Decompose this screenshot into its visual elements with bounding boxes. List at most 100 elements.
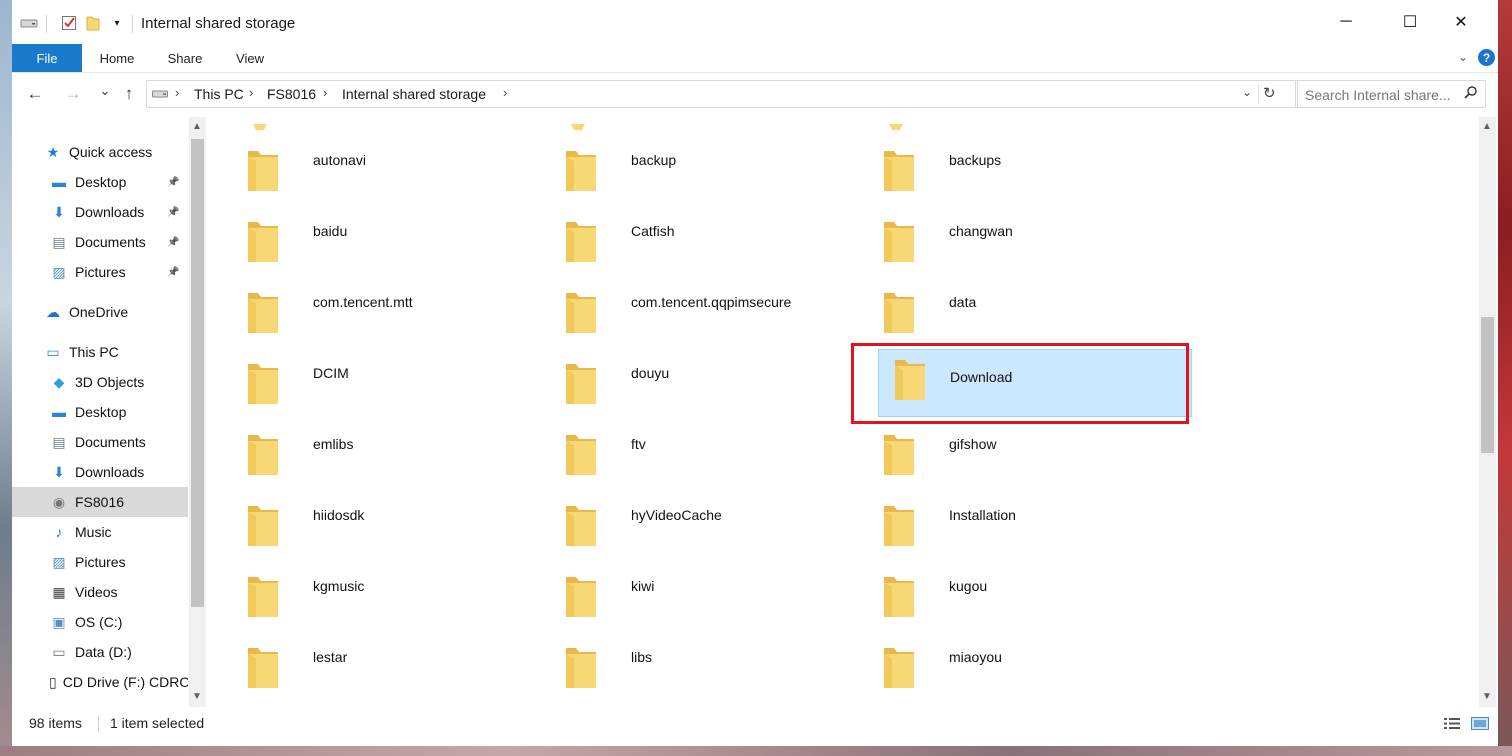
folder-icon [564, 500, 598, 548]
expand-ribbon-icon[interactable]: ⌄ [1458, 50, 1468, 64]
sidebar-item[interactable]: ▤ Documents 📌 [12, 227, 188, 257]
annotation-highlight-box [851, 343, 1189, 424]
tab-share[interactable]: Share [152, 44, 218, 72]
breadcrumb-separator[interactable]: › [503, 85, 507, 100]
sidebar-item[interactable]: ◉ FS8016 [12, 487, 188, 517]
large-icons-view-icon[interactable] [1471, 717, 1489, 730]
folder-item[interactable]: douyu [526, 333, 844, 404]
tab-view[interactable]: View [218, 44, 282, 72]
folder-item[interactable]: Installation [844, 475, 1162, 546]
folder-name: autonavi [313, 152, 366, 168]
sidebar-item[interactable]: ▣ OS (C:) [12, 607, 188, 637]
sidebar-item[interactable]: ▨ Pictures 📌 [12, 257, 188, 287]
scroll-down-icon[interactable]: ▼ [1482, 691, 1492, 702]
sidebar-item-label: OS (C:) [75, 614, 123, 630]
folder-item[interactable]: com.tencent.mtt [208, 262, 526, 333]
pin-icon: 📌 [167, 176, 180, 188]
folder-item[interactable]: ftv [526, 404, 844, 475]
folder-item[interactable]: emlibs [208, 404, 526, 475]
scroll-up-icon[interactable]: ▲ [1482, 121, 1492, 132]
scrollbar-thumb[interactable] [191, 139, 204, 607]
sidebar-item[interactable]: ☁ OneDrive [12, 297, 188, 327]
folder-name: backup [631, 152, 677, 168]
item-count: 98 items [29, 715, 82, 731]
sidebar-item[interactable]: ▭ Data (D:) [12, 637, 188, 667]
folder-name: Installation [949, 507, 1016, 523]
search-input[interactable]: Search Internal share... [1305, 87, 1451, 103]
navigation-pane-scrollbar[interactable]: ▲ ▼ [189, 117, 206, 707]
details-view-icon[interactable] [1443, 717, 1461, 730]
breadcrumb-separator[interactable]: › [249, 85, 253, 100]
address-dropdown-icon[interactable]: ⌄ [1242, 85, 1252, 99]
sidebar-item[interactable]: ▨ Pictures [12, 547, 188, 577]
sidebar-item-label: FS8016 [75, 494, 125, 510]
folder-item[interactable]: miaoyou [844, 617, 1162, 688]
up-button[interactable]: ↑ [118, 83, 140, 105]
tab-file[interactable]: File [12, 44, 82, 72]
folder-icon [882, 145, 916, 193]
search-icon[interactable] [1464, 86, 1477, 102]
sidebar-item[interactable]: ▦ Videos [12, 577, 188, 607]
folder-item[interactable]: DCIM [208, 333, 526, 404]
sidebar-item[interactable]: ▬ Desktop [12, 397, 188, 427]
file-list: autonavi backup backups baidu Catfish changwa… [208, 117, 1478, 707]
folder-item[interactable]: kgmusic [208, 546, 526, 617]
sidebar-item[interactable]: ▭ This PC [12, 337, 188, 367]
help-icon[interactable]: ? [1478, 49, 1495, 66]
breadcrumb-this-pc[interactable]: This PC [194, 86, 244, 102]
scrollbar-thumb[interactable] [1481, 317, 1494, 453]
folder-item[interactable]: kugou [844, 546, 1162, 617]
scroll-down-icon[interactable]: ▼ [192, 691, 202, 702]
forward-button[interactable]: → [62, 83, 84, 105]
folder-name: lestar [313, 649, 348, 665]
folder-item[interactable]: data [844, 262, 1162, 333]
scroll-up-icon[interactable]: ▲ [192, 121, 202, 132]
sidebar-item[interactable]: ◆ 3D Objects [12, 367, 188, 397]
folder-item[interactable]: libs [526, 617, 844, 688]
divider [98, 716, 99, 732]
sidebar-item-label: Documents [75, 434, 146, 450]
folder-item[interactable]: kiwi [526, 546, 844, 617]
drive-icon[interactable] [20, 14, 38, 32]
back-button[interactable]: ← [24, 83, 46, 105]
navigation-bar: ← → ⌄ ↑ › This PC › FS8016 › Internal sh… [12, 73, 1498, 115]
folder-item[interactable]: changwan [844, 191, 1162, 262]
customize-toolbar-icon[interactable]: ▾ [108, 14, 126, 32]
sidebar-item[interactable]: ⬇ Downloads [12, 457, 188, 487]
folder-item[interactable]: autonavi [208, 120, 526, 191]
close-button[interactable]: ✕ [1438, 0, 1484, 44]
sidebar-item[interactable]: ▤ Documents [12, 427, 188, 457]
folder-icon [882, 500, 916, 548]
tab-home[interactable]: Home [82, 44, 152, 72]
breadcrumb-separator[interactable]: › [323, 85, 327, 100]
breadcrumb-fs8016[interactable]: FS8016 [267, 86, 316, 102]
sidebar-item[interactable]: ▯ CD Drive (F:) CDROM [12, 667, 188, 697]
properties-icon[interactable] [60, 14, 78, 32]
sidebar-item-label: Pictures [75, 264, 126, 280]
breadcrumb-internal-storage[interactable]: Internal shared storage [342, 86, 486, 102]
sidebar-item[interactable]: ★ Quick access [12, 137, 188, 167]
maximize-button[interactable]: ☐ [1387, 0, 1433, 44]
recent-locations-button[interactable]: ⌄ [94, 80, 116, 102]
breadcrumb-separator[interactable]: › [175, 85, 179, 100]
sidebar-item[interactable]: ▬ Desktop 📌 [12, 167, 188, 197]
folder-item[interactable]: lestar [208, 617, 526, 688]
folder-icon [564, 429, 598, 477]
folder-item[interactable]: baidu [208, 191, 526, 262]
folder-item[interactable]: backups [844, 120, 1162, 191]
device-icon: ◉ [52, 493, 66, 510]
sidebar-item[interactable]: ⬇ Downloads 📌 [12, 197, 188, 227]
folder-name: baidu [313, 223, 348, 239]
folder-item[interactable]: com.tencent.qqpimsecure [526, 262, 844, 333]
folder-item[interactable]: hyVideoCache [526, 475, 844, 546]
sidebar-item[interactable]: ♪ Music [12, 517, 188, 547]
refresh-icon[interactable]: ↻ [1263, 84, 1276, 102]
file-list-scrollbar[interactable]: ▲ ▼ [1479, 117, 1496, 707]
address-bar[interactable]: › This PC › FS8016 › Internal shared sto… [146, 80, 1298, 108]
minimize-button[interactable]: ─ [1323, 0, 1369, 44]
new-folder-icon[interactable] [84, 14, 102, 32]
folder-item[interactable]: hiidosdk [208, 475, 526, 546]
folder-item[interactable]: Catfish [526, 191, 844, 262]
search-box[interactable]: Search Internal share... [1295, 80, 1486, 108]
folder-item[interactable]: backup [526, 120, 844, 191]
